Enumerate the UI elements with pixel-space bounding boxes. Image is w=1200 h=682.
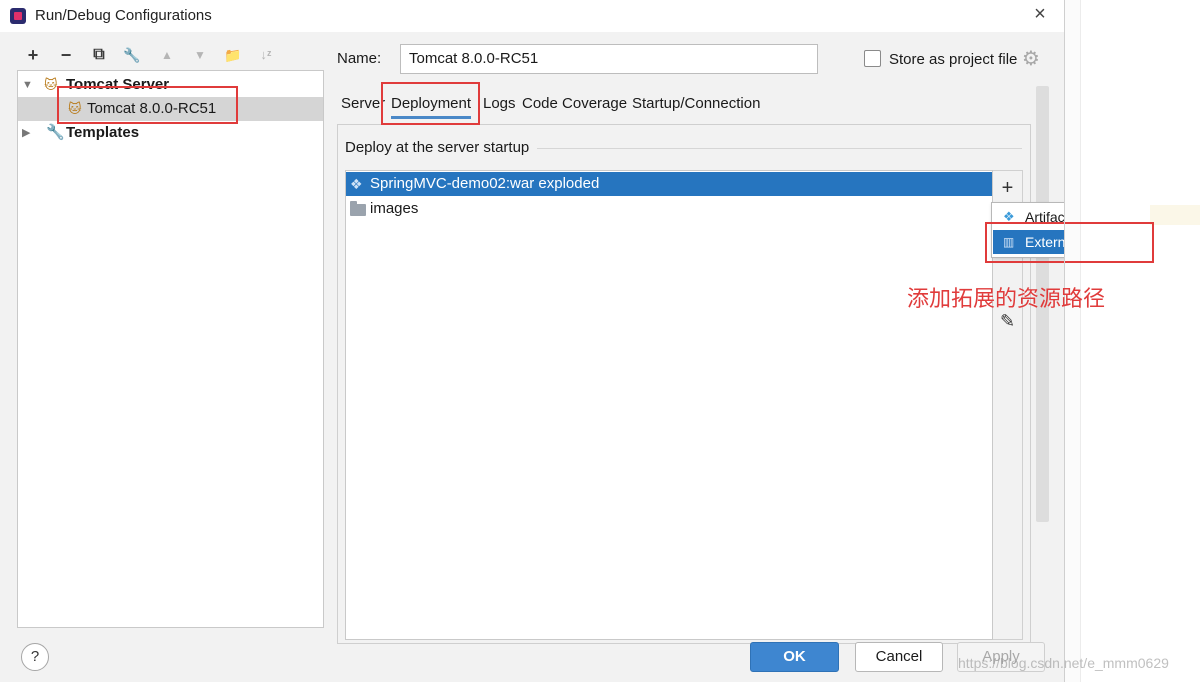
- configuration-tree: ▼ 🐱 Tomcat Server 🐱 Tomcat 8.0.0-RC51 ▶ …: [17, 70, 324, 628]
- folder-icon: [350, 201, 366, 216]
- section-title: Deploy at the server startup: [345, 139, 538, 156]
- move-down-icon[interactable]: ▼: [188, 42, 212, 68]
- artifact-icon: ❖: [350, 176, 363, 192]
- add-icon[interactable]: +: [21, 42, 45, 68]
- annotation-text: 添加拓展的资源路径: [907, 287, 1106, 312]
- store-as-project-label: Store as project file: [889, 51, 1018, 68]
- tab-logs[interactable]: Logs: [483, 90, 516, 122]
- tab-code-coverage[interactable]: Code Coverage: [522, 90, 627, 122]
- collapse-arrow-icon[interactable]: ▶: [22, 121, 30, 145]
- ok-button[interactable]: OK: [750, 642, 839, 672]
- tab-startup-connection[interactable]: Startup/Connection: [632, 90, 760, 122]
- tab-server[interactable]: Server: [341, 90, 385, 122]
- window-title: Run/Debug Configurations: [35, 7, 212, 24]
- gear-icon[interactable]: ⚙: [1022, 49, 1040, 69]
- external-source-icon: ▥: [1003, 235, 1015, 249]
- tomcat-icon: 🐱: [68, 101, 82, 116]
- move-up-icon[interactable]: ▲: [155, 42, 179, 68]
- remove-icon[interactable]: −: [54, 42, 78, 68]
- tab-deployment[interactable]: Deployment: [391, 90, 472, 122]
- background-highlight: [1150, 205, 1200, 225]
- list-item-images[interactable]: images: [346, 197, 992, 221]
- sort-icon[interactable]: ↓ᶻ: [254, 42, 278, 68]
- artifact-icon: ❖: [1003, 209, 1015, 224]
- expand-arrow-icon[interactable]: ▼: [22, 73, 33, 97]
- list-item-artifact[interactable]: ❖ SpringMVC-demo02:war exploded: [346, 172, 992, 196]
- name-input[interactable]: Tomcat 8.0.0-RC51: [400, 44, 818, 74]
- wrench-icon: 🔧: [46, 124, 65, 141]
- deployment-list: ❖ SpringMVC-demo02:war exploded images: [345, 170, 993, 640]
- intellij-icon: [10, 8, 26, 24]
- add-icon[interactable]: +: [993, 174, 1022, 202]
- menu-item-label: Artifact...: [1025, 209, 1065, 225]
- copy-icon[interactable]: ⧉: [87, 42, 111, 68]
- store-as-project-checkbox[interactable]: [864, 50, 881, 67]
- run-debug-dialog: Run/Debug Configurations × + − ⧉ 🔧 ▲ ▼ 📁…: [0, 0, 1065, 682]
- tomcat-icon: 🐱: [44, 77, 58, 92]
- watermark: https://blog.csdn.net/e_mmm0629: [958, 655, 1169, 671]
- add-popup-menu: ❖ Artifact... ▥ External Source...: [991, 202, 1065, 258]
- menu-item-external-source[interactable]: ▥ External Source...: [993, 230, 1065, 254]
- menu-item-label: External Source...: [1025, 234, 1065, 250]
- section-divider: [530, 148, 1022, 149]
- cancel-button[interactable]: Cancel: [855, 642, 943, 672]
- tree-item-label: Templates: [66, 124, 140, 141]
- tree-item-tomcat-server[interactable]: ▼ 🐱 Tomcat Server: [18, 73, 323, 97]
- close-icon[interactable]: ×: [1028, 3, 1052, 27]
- name-label: Name:: [337, 50, 382, 67]
- tree-item-templates[interactable]: ▶ 🔧 Templates: [18, 121, 323, 145]
- tree-item-tomcat-config[interactable]: 🐱 Tomcat 8.0.0-RC51: [18, 97, 323, 121]
- help-button[interactable]: ?: [21, 643, 49, 671]
- menu-item-artifact[interactable]: ❖ Artifact...: [993, 205, 1065, 229]
- list-item-label: images: [370, 200, 419, 217]
- list-item-label: SpringMVC-demo02:war exploded: [370, 175, 600, 192]
- wrench-icon[interactable]: 🔧: [120, 42, 144, 68]
- background-editor: [1080, 0, 1200, 682]
- new-folder-icon[interactable]: 📁: [221, 42, 245, 68]
- title-bar: Run/Debug Configurations ×: [0, 0, 1064, 32]
- tree-item-label: Tomcat Server: [66, 76, 170, 93]
- tree-item-label: Tomcat 8.0.0-RC51: [87, 100, 217, 117]
- background-window: [1065, 0, 1200, 682]
